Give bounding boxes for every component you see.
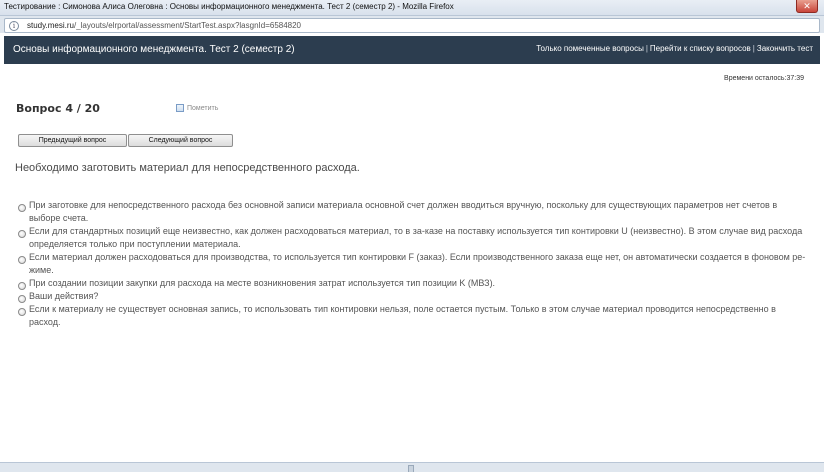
answer-text: Ваши действия? [29, 291, 99, 301]
url-path: /_layouts/elrportal/assessment/StartTest… [73, 21, 302, 30]
link-question-list[interactable]: Перейти к списку вопросов [650, 44, 751, 53]
window-title: Тестирование : Симонова Алиса Олеговна :… [4, 2, 454, 11]
answer-text: Если для стандартных позиций еще неизвес… [29, 226, 803, 249]
page-header: Основы информационного менеджмента. Тест… [4, 36, 820, 64]
test-title: Основы информационного менеджмента. Тест… [13, 44, 295, 55]
mark-label: Пометить [187, 104, 219, 112]
answer-list: При заготовке для непосредственного расх… [18, 199, 808, 329]
radio-button[interactable] [18, 204, 26, 212]
link-marked-questions[interactable]: Только помеченные вопросы [536, 44, 644, 53]
answer-option[interactable]: Если к материалу не существует основная … [18, 303, 808, 329]
radio-button[interactable] [18, 295, 26, 303]
mark-question[interactable]: Пометить [176, 104, 218, 112]
link-separator: | [645, 44, 648, 53]
next-question-button[interactable]: Следующий вопрос [128, 134, 233, 147]
radio-button[interactable] [18, 308, 26, 316]
close-icon[interactable]: ✕ [796, 0, 818, 13]
answer-text: При заготовке для непосредственного расх… [29, 200, 778, 223]
mark-checkbox[interactable] [176, 104, 184, 112]
answer-option[interactable]: При создании позиции закупки для расхода… [18, 277, 808, 290]
header-links: Только помеченные вопросы | Перейти к спис… [536, 44, 813, 53]
radio-button[interactable] [18, 230, 26, 238]
url-host: study.mesi.ru [27, 21, 74, 30]
answer-text: Если к материалу не существует основная … [29, 304, 776, 327]
scrollbar-thumb[interactable] [408, 465, 414, 472]
answer-text: Если материал должен расходоваться для п… [29, 252, 806, 275]
answer-option[interactable]: При заготовке для непосредственного расх… [18, 199, 808, 225]
answer-option[interactable]: Если материал должен расходоваться для п… [18, 251, 808, 277]
radio-button[interactable] [18, 256, 26, 264]
answer-option[interactable]: Ваши действия? [18, 290, 808, 303]
answer-text: При создании позиции закупки для расхода… [29, 278, 496, 288]
url-text[interactable]: study.mesi.ru/_layouts/elrportal/assessm… [27, 21, 301, 30]
time-remaining: Времени осталось:37:39 [724, 75, 804, 82]
question-text: Необходимо заготовить материал для непос… [15, 162, 360, 174]
address-bar[interactable]: i study.mesi.ru/_layouts/elrportal/asses… [4, 18, 820, 33]
answer-option[interactable]: Если для стандартных позиций еще неизвес… [18, 225, 808, 251]
radio-button[interactable] [18, 282, 26, 290]
link-finish-test[interactable]: Закончить тест [757, 44, 813, 53]
page-content: Основы информационного менеджмента. Тест… [0, 33, 824, 462]
previous-question-button[interactable]: Предыдущий вопрос [18, 134, 127, 147]
question-counter: Вопрос 4 / 20 [16, 102, 100, 115]
info-icon[interactable]: i [9, 21, 19, 31]
link-separator: | [752, 44, 755, 53]
status-bar [0, 462, 824, 472]
window-titlebar: Тестирование : Симонова Алиса Олеговна :… [0, 0, 824, 16]
